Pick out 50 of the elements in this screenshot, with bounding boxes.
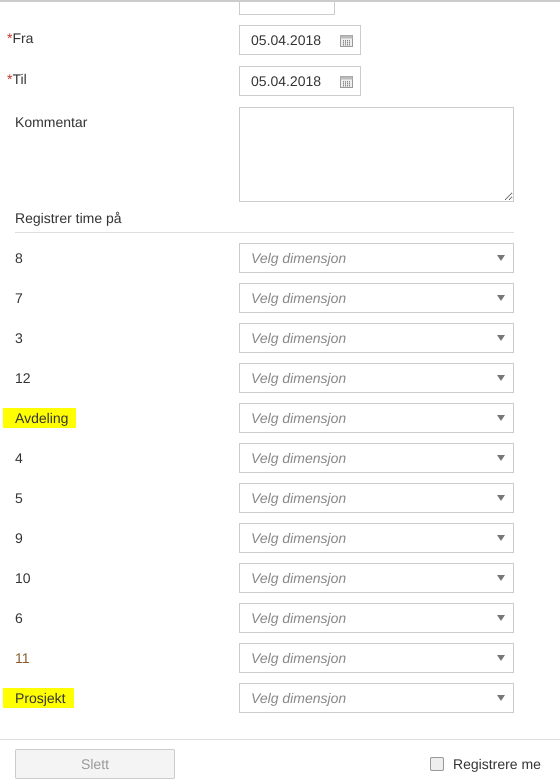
dimension-select[interactable]: Velg dimensjon <box>239 643 514 673</box>
dimension-select[interactable]: Velg dimensjon <box>239 443 514 473</box>
caret-icon <box>497 335 505 341</box>
dimension-label: 11 <box>15 650 30 666</box>
dimension-label: 3 <box>15 330 23 346</box>
required-mark: * <box>7 30 12 46</box>
dimension-label: 4 <box>15 450 23 466</box>
caret-icon <box>497 455 505 461</box>
dimension-select[interactable]: Velg dimensjon <box>239 683 514 713</box>
dimension-label: Avdeling <box>15 410 68 426</box>
caret-icon <box>497 255 505 261</box>
field-label: Fra <box>12 30 34 46</box>
dimension-label: 7 <box>15 290 23 306</box>
checkbox-label: Registrere me <box>453 756 541 772</box>
dimension-label: 12 <box>15 370 31 386</box>
dimension-select[interactable]: Velg dimensjon <box>239 523 514 553</box>
dimension-select[interactable]: Velg dimensjon <box>239 323 514 353</box>
calendar-icon[interactable] <box>340 74 353 88</box>
checkbox[interactable] <box>430 757 444 771</box>
dimension-label: Prosjekt <box>15 690 66 706</box>
dimension-label: 6 <box>15 610 23 626</box>
dimension-select[interactable]: Velg dimensjon <box>239 483 514 513</box>
required-mark: * <box>7 71 12 87</box>
dimension-label: 5 <box>15 490 23 506</box>
dimension-select[interactable]: Velg dimensjon <box>239 603 514 633</box>
hours-field[interactable] <box>239 2 335 15</box>
field-label: Kommentar <box>15 113 88 130</box>
calendar-icon[interactable] <box>340 34 353 46</box>
caret-icon <box>497 375 505 381</box>
dimension-select[interactable]: Velg dimensjon <box>239 403 514 433</box>
dimension-select[interactable]: Velg dimensjon <box>239 563 514 593</box>
dimension-label: 8 <box>15 250 23 266</box>
caret-icon <box>497 615 505 621</box>
caret-icon <box>497 495 505 501</box>
section-title: Registrer time på <box>15 210 122 226</box>
caret-icon <box>497 295 505 301</box>
caret-icon <box>497 535 505 541</box>
caret-icon <box>497 415 505 421</box>
dimension-label: 10 <box>15 570 31 586</box>
dimension-select[interactable]: Velg dimensjon <box>239 363 514 393</box>
dimension-select[interactable]: Velg dimensjon <box>239 283 514 313</box>
caret-icon <box>497 695 505 701</box>
caret-icon <box>497 655 505 661</box>
comment-field[interactable] <box>239 107 514 202</box>
date-field[interactable]: 05.04.2018 <box>239 25 361 55</box>
dimension-select[interactable]: Velg dimensjon <box>239 243 514 273</box>
field-label: Til <box>12 71 27 87</box>
caret-icon <box>497 575 505 581</box>
dimension-label: 9 <box>15 530 23 546</box>
date-field[interactable]: 05.04.2018 <box>239 66 361 96</box>
